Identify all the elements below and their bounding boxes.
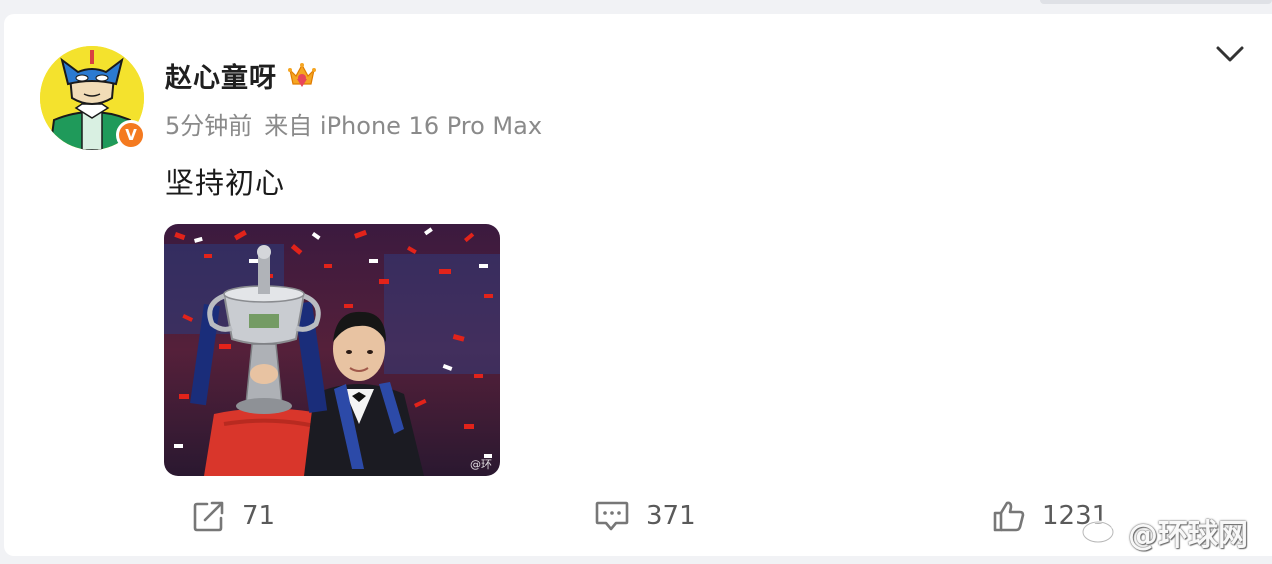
author-avatar[interactable]: V	[40, 46, 146, 150]
comment-button[interactable]: 371	[594, 496, 696, 536]
post-text: 坚持初心	[165, 166, 286, 200]
author-row: 赵心童呀	[165, 56, 317, 94]
share-arrow-icon	[192, 499, 226, 533]
chevron-down-icon[interactable]	[1214, 40, 1246, 68]
comment-bubble-icon	[594, 499, 630, 533]
verified-badge-icon: V	[116, 120, 146, 150]
post-time: 5分钟前	[165, 112, 253, 140]
repost-button[interactable]: 71	[192, 496, 275, 536]
weibo-logo-icon	[1080, 511, 1122, 553]
site-watermark: @环球网	[1080, 510, 1248, 554]
post-meta: 5分钟前 来自 iPhone 16 Pro Max	[165, 106, 542, 141]
author-name[interactable]: 赵心童呀	[165, 56, 277, 95]
thumbs-up-icon	[992, 499, 1026, 533]
post-source: 来自 iPhone 16 Pro Max	[264, 112, 543, 140]
comment-count: 371	[646, 501, 696, 531]
watermark-text: @环球网	[1128, 518, 1248, 553]
post-photo[interactable]: @环	[164, 224, 500, 476]
crown-badge-icon[interactable]	[287, 60, 317, 90]
repost-count: 71	[242, 501, 276, 531]
adjacent-card-edge	[1040, 0, 1272, 4]
photo-watermark: @环	[470, 458, 492, 471]
